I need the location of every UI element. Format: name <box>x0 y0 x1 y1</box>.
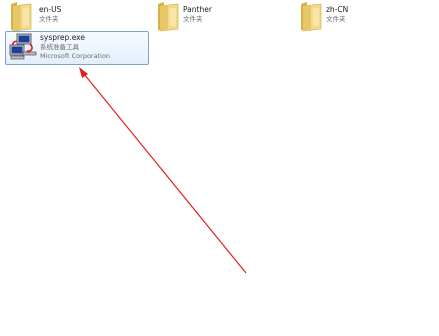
file-item-sysprep-exe[interactable]: sysprep.exe 系统准备工具 Microsoft Corporation <box>5 31 149 65</box>
folder-name: en-US <box>39 5 62 14</box>
folder-type: 文件夹 <box>39 15 59 23</box>
folder-item-en-us[interactable]: en-US 文件夹 <box>4 0 84 34</box>
folder-name: Panther <box>183 5 212 14</box>
folder-item-panther[interactable]: Panther 文件夹 <box>151 0 231 34</box>
file-description: 系统准备工具 <box>40 43 79 51</box>
folder-icon <box>154 0 180 36</box>
folder-type: 文件夹 <box>183 15 203 23</box>
file-explorer-content: en-US 文件夹 Panther 文件夹 zh-CN 文件夹 sysprep.… <box>0 0 439 336</box>
folder-icon <box>297 0 323 36</box>
folder-name: zh-CN <box>326 5 349 14</box>
folder-type: 文件夹 <box>326 15 346 23</box>
sysprep-app-icon <box>8 33 38 67</box>
folder-item-zh-cn[interactable]: zh-CN 文件夹 <box>294 0 374 34</box>
file-name: sysprep.exe <box>40 33 85 42</box>
file-company: Microsoft Corporation <box>40 52 111 60</box>
